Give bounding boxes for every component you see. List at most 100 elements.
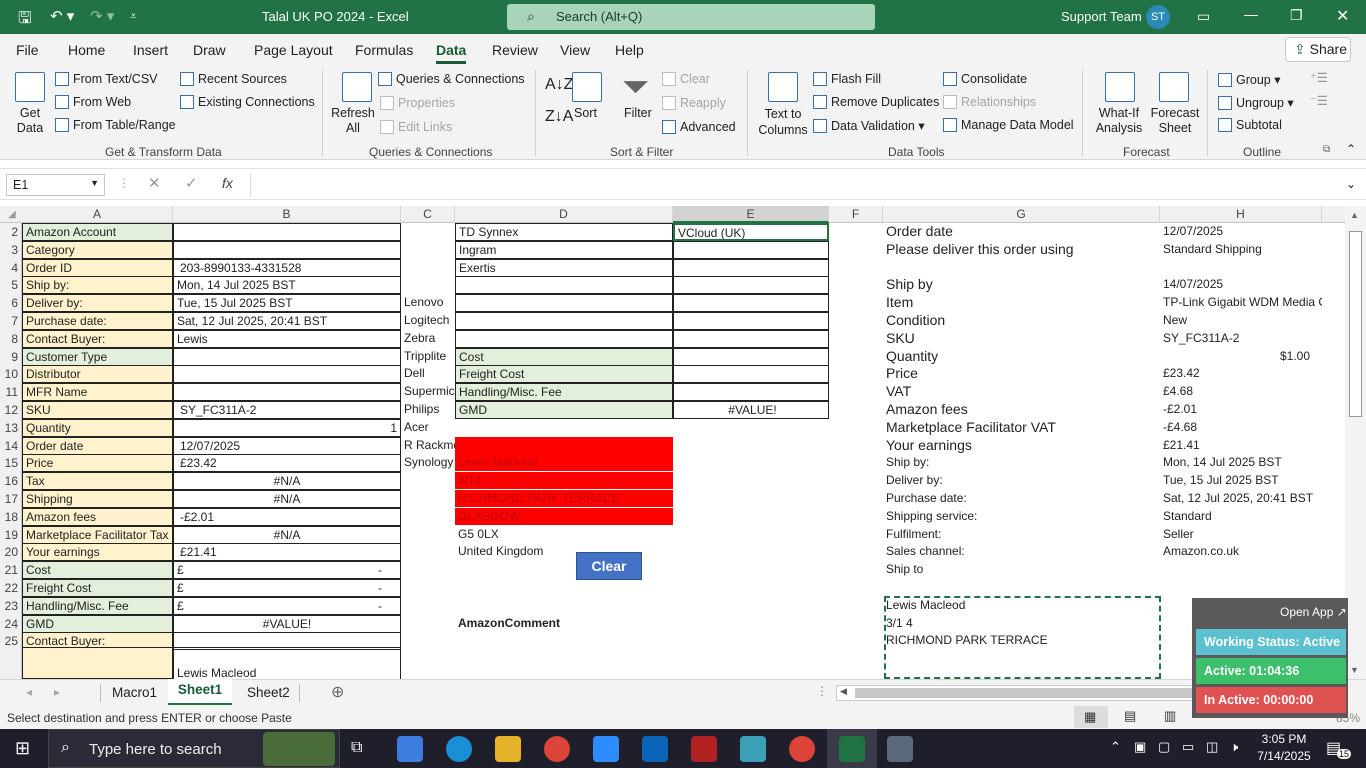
minimize-icon[interactable]: — (1244, 6, 1258, 22)
row-header[interactable]: 25 (0, 632, 22, 650)
cell-h-value[interactable]: Seller (1160, 526, 1322, 544)
cell-b-value[interactable] (173, 240, 401, 259)
formula-input[interactable] (250, 173, 1360, 197)
row-header[interactable]: 17 (0, 490, 22, 508)
cell-d-cost-label[interactable]: Freight Cost (455, 365, 673, 384)
row-header[interactable]: 24 (0, 615, 22, 633)
row-header[interactable]: 12 (0, 401, 22, 419)
tab-view[interactable]: View (560, 42, 590, 58)
subtotal-button[interactable]: Subtotal (1218, 118, 1282, 132)
edge-icon[interactable] (446, 736, 472, 762)
cell-a-label[interactable]: Purchase date: (22, 312, 173, 330)
cell-g-label[interactable]: Order date (883, 223, 1160, 241)
cell-g-label[interactable]: VAT (883, 383, 1160, 401)
column-header-f[interactable]: F (829, 206, 883, 223)
cell-a-label[interactable]: GMD (22, 614, 173, 633)
filezilla-icon[interactable] (691, 736, 717, 762)
cell-e-empty[interactable] (673, 276, 829, 295)
recent-sources-button[interactable]: Recent Sources (180, 72, 287, 86)
cell-d-empty[interactable] (455, 294, 673, 313)
row-header[interactable]: 16 (0, 472, 22, 490)
next-sheet-icon[interactable]: ▸ (54, 685, 60, 699)
scroll-up-icon[interactable]: ▲ (1350, 210, 1359, 220)
cell-b-value[interactable] (173, 383, 401, 402)
sort-za-icon[interactable]: Z↓A (545, 108, 573, 126)
cell-b-value[interactable]: £ - (173, 561, 401, 580)
cell-g-label[interactable]: Condition (883, 312, 1160, 330)
cell-c-brand[interactable]: Lenovo (401, 294, 461, 312)
share-button[interactable]: ⇪ Share (1285, 37, 1351, 62)
cell-a-label[interactable]: Shipping (22, 490, 173, 508)
worksheet-grid[interactable]: Amazon Account Category Order ID Ship by: De… (22, 223, 1344, 679)
expand-formula-icon[interactable]: ⌄ (1346, 177, 1356, 191)
cell-g-label[interactable]: Ship to (883, 561, 1160, 579)
cell-c-brand[interactable]: Zebra (401, 330, 461, 348)
cell-g-label[interactable]: Purchase date: (883, 490, 1160, 508)
cell-d-supplier[interactable]: Ingram (455, 240, 673, 259)
from-web-button[interactable]: From Web (55, 95, 131, 109)
outlook-icon[interactable] (642, 736, 668, 762)
column-header-a[interactable]: A (22, 206, 173, 223)
cell-b-value[interactable]: 1 (173, 418, 401, 437)
cell-d-empty[interactable] (455, 276, 673, 295)
cell-a-label[interactable]: Quantity (22, 418, 173, 437)
tab-page-layout[interactable]: Page Layout (254, 42, 333, 58)
cell-h-value[interactable]: New (1160, 312, 1322, 330)
cell-h-value[interactable]: Mon, 14 Jul 2025 BST (1160, 454, 1322, 472)
cell-a-label[interactable]: Order ID (22, 258, 173, 277)
cell-g-label[interactable]: Ship by: (883, 454, 1160, 472)
cell-g-label[interactable]: Sales channel: (883, 543, 1160, 561)
column-header-b[interactable]: B (173, 206, 401, 223)
cell-a-label[interactable]: Distributor (22, 365, 173, 384)
forecast-sheet-button[interactable]: Forecast Sheet (1150, 106, 1200, 136)
row-header[interactable]: 18 (0, 508, 22, 526)
cell-d-rackmount-overflow[interactable] (455, 437, 485, 455)
tab-home[interactable]: Home (68, 42, 105, 58)
cell-b-value[interactable]: 12/07/2025 (173, 436, 401, 455)
page-layout-view-icon[interactable]: ▤ (1124, 708, 1136, 724)
copilot-icon[interactable] (397, 736, 423, 762)
data-validation-button[interactable]: Data Validation ▾ (813, 118, 925, 133)
cell-g-label[interactable]: Please deliver this order using (883, 241, 1160, 259)
cell-d-address[interactable]: GLASGOW (455, 507, 673, 526)
search-box[interactable]: ⌕ Search (Alt+Q) (507, 4, 875, 30)
cell-c-brand[interactable]: Supermic (401, 383, 461, 401)
cell-g-label[interactable]: Fulfilment: (883, 526, 1160, 544)
cell-a-label[interactable]: Cost (22, 561, 173, 580)
cell-h-value[interactable]: Standard (1160, 508, 1322, 526)
tab-splitter-icon[interactable]: ⋮ (816, 684, 828, 698)
cell-a-label[interactable]: Order date (22, 436, 173, 455)
avatar[interactable]: ST (1146, 5, 1170, 29)
row-header[interactable]: 7 (0, 312, 22, 330)
battery-icon[interactable]: ▭ (1182, 739, 1194, 755)
cell-h-value[interactable]: £23.42 (1160, 365, 1322, 383)
cell-d-empty[interactable] (455, 329, 673, 348)
cell-c-brand[interactable]: R Rackmount (401, 437, 477, 455)
maximize-icon[interactable]: ❐ (1290, 7, 1303, 24)
cell-b26[interactable]: Lewis Macleod (173, 647, 401, 679)
cell-b-value[interactable]: £21.41 (173, 543, 401, 562)
calculator-icon[interactable] (887, 736, 913, 762)
get-data-button[interactable]: Get Data (10, 106, 50, 136)
from-table-button[interactable]: From Table/Range (55, 118, 176, 132)
cell-g-label[interactable]: Price (883, 365, 1160, 383)
zoom-icon[interactable] (593, 736, 619, 762)
add-sheet-icon[interactable]: ⊕ (331, 682, 344, 702)
row-header[interactable]: 11 (0, 383, 22, 401)
cell-d-supplier[interactable]: TD Synnex (455, 223, 673, 241)
undo-icon[interactable]: ↶ ▾ (50, 7, 74, 25)
redo-icon[interactable]: ↷ ▾ (90, 7, 114, 25)
chrome-profile-icon[interactable] (789, 736, 815, 762)
vertical-scrollbar[interactable]: ▲ ▼ (1345, 207, 1366, 679)
cell-e-empty[interactable] (673, 383, 829, 402)
cell-a-label[interactable]: Tax (22, 472, 173, 491)
cell-a-label[interactable]: Contact Buyer: (22, 329, 173, 348)
cell-c-brand[interactable]: Synology (401, 454, 461, 472)
cell-d-address[interactable] (455, 436, 673, 455)
cell-a-label[interactable]: Handling/Misc. Fee (22, 596, 173, 615)
cell-d-supplier[interactable]: Exertis (455, 258, 673, 277)
camera-icon[interactable]: ▣ (1134, 739, 1146, 755)
cell-c-brand[interactable]: Tripplite (401, 348, 461, 366)
cell-b-value[interactable]: #N/A (173, 472, 401, 491)
cell-e-empty[interactable] (673, 240, 829, 259)
